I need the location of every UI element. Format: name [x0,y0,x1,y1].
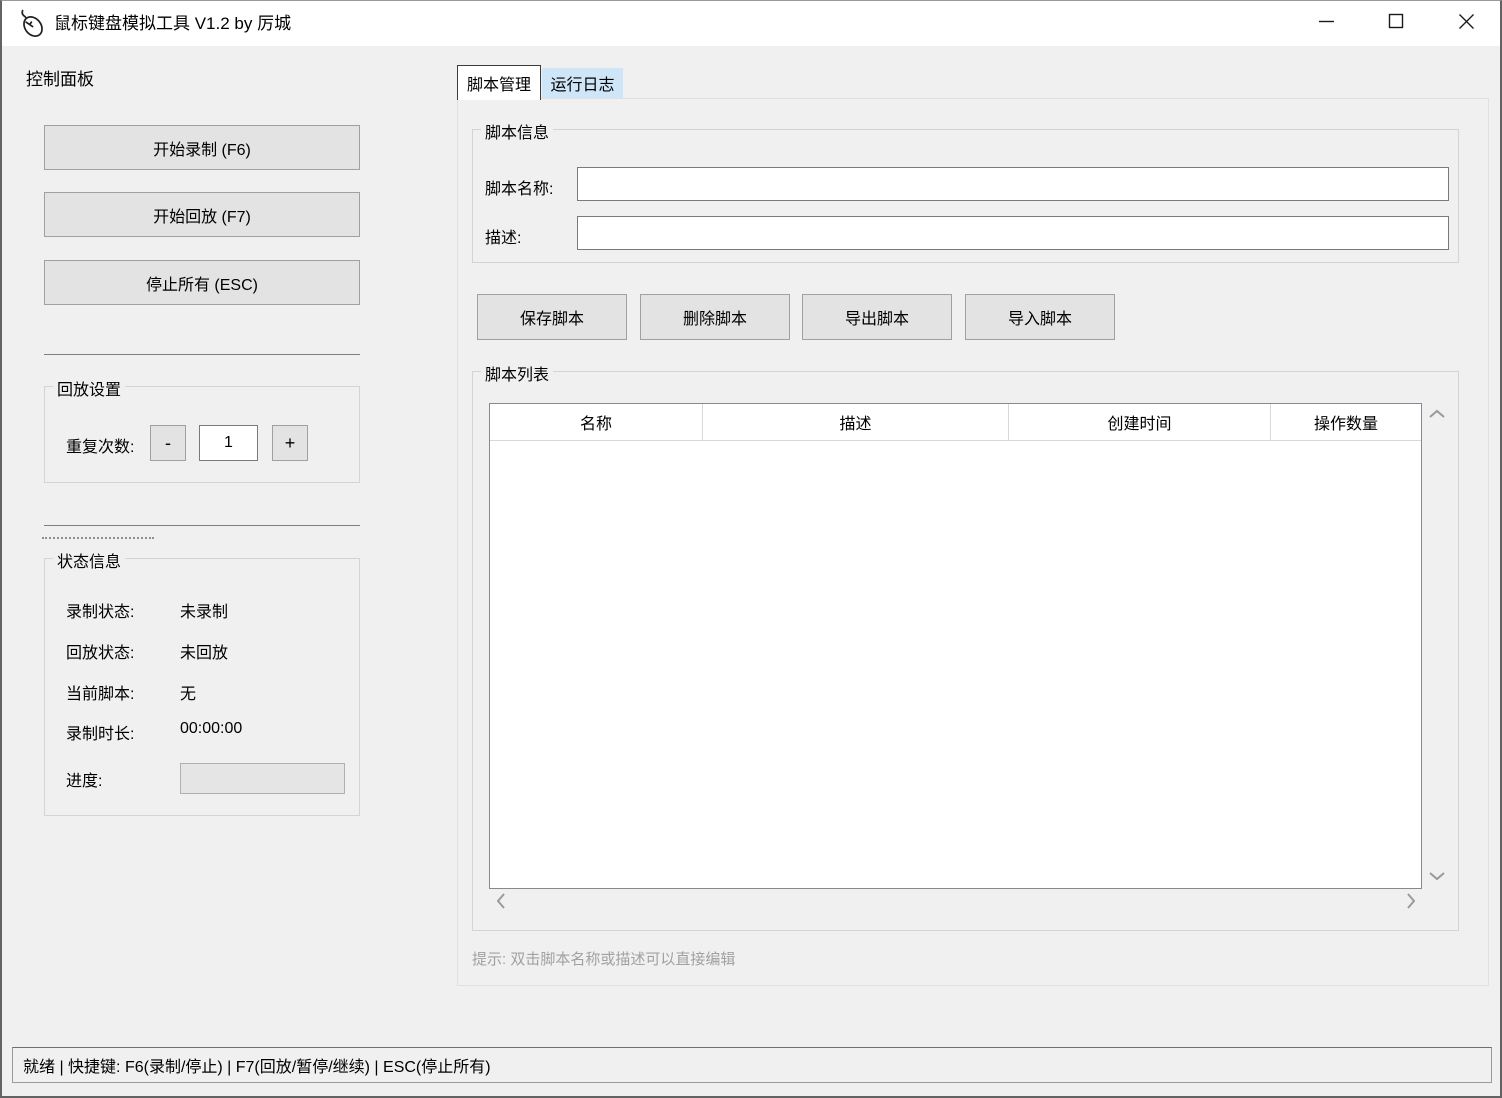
start-playback-button[interactable]: 开始回放 (F7) [44,192,360,237]
start-record-button[interactable]: 开始录制 (F6) [44,125,360,170]
playback-settings-title: 回放设置 [53,376,125,400]
app-window: 鼠标键盘模拟工具 V1.2 by 厉城 控制面板 开始录制 (F6) 开始回放 … [0,0,1502,1098]
chevron-left-icon [496,893,506,914]
record-state-value: 未录制 [180,598,228,622]
playback-state-label: 回放状态: [66,639,134,663]
progress-bar [180,763,345,794]
script-name-input[interactable] [577,167,1449,201]
window-title: 鼠标键盘模拟工具 V1.2 by 厉城 [54,1,291,46]
close-button[interactable] [1443,1,1489,46]
chevron-up-icon [1429,406,1445,424]
stop-all-button[interactable]: 停止所有 (ESC) [44,260,360,305]
scrollbar-right-button[interactable] [1400,893,1422,913]
column-header-desc[interactable]: 描述 [703,404,1009,440]
close-icon [1458,13,1475,35]
minimize-icon [1318,13,1335,35]
status-bar-text: 就绪 | 快捷键: F6(录制/停止) | F7(回放/暂停/继续) | ESC… [13,1053,491,1077]
record-duration-label: 录制时长: [66,720,134,744]
tab-script-management[interactable]: 脚本管理 [457,65,541,100]
save-script-button[interactable]: 保存脚本 [477,294,627,340]
script-list-title: 脚本列表 [481,361,553,385]
scrollbar-up-button[interactable] [1426,405,1448,425]
repeat-increment-button[interactable]: + [272,425,308,461]
script-table-body[interactable] [490,442,1421,888]
column-header-created[interactable]: 创建时间 [1009,404,1271,440]
current-script-value: 无 [180,680,196,704]
script-desc-label: 描述: [485,224,521,248]
repeat-decrement-button[interactable]: - [150,425,186,461]
scrollbar-left-button[interactable] [490,893,512,913]
maximize-button[interactable] [1373,1,1419,46]
script-table: 名称 描述 创建时间 操作数量 [489,403,1422,889]
maximize-icon [1388,13,1404,34]
render-artifact [42,537,154,539]
scrollbar-down-button[interactable] [1426,867,1448,887]
script-info-title: 脚本信息 [481,119,553,143]
window-titlebar: 鼠标键盘模拟工具 V1.2 by 厉城 [2,1,1500,46]
control-panel-title: 控制面板 [26,65,94,90]
playback-state-value: 未回放 [180,639,228,663]
edit-hint-text: 提示: 双击脚本名称或描述可以直接编辑 [472,948,735,969]
import-script-button[interactable]: 导入脚本 [965,294,1115,340]
delete-script-button[interactable]: 删除脚本 [640,294,790,340]
separator [44,354,360,355]
export-script-button[interactable]: 导出脚本 [802,294,952,340]
mouse-icon [15,8,47,40]
script-name-label: 脚本名称: [485,175,553,199]
minimize-button[interactable] [1303,1,1349,46]
chevron-down-icon [1429,868,1445,886]
column-header-name[interactable]: 名称 [490,404,703,440]
tab-run-log[interactable]: 运行日志 [542,68,623,98]
chevron-right-icon [1406,893,1416,914]
script-desc-input[interactable] [577,216,1449,250]
status-info-title: 状态信息 [53,548,125,572]
repeat-count-label: 重复次数: [66,433,134,457]
progress-label: 进度: [66,767,102,791]
script-table-header: 名称 描述 创建时间 操作数量 [490,404,1421,441]
separator [44,525,360,526]
record-state-label: 录制状态: [66,598,134,622]
status-bar: 就绪 | 快捷键: F6(录制/停止) | F7(回放/暂停/继续) | ESC… [12,1047,1492,1083]
current-script-label: 当前脚本: [66,680,134,704]
record-duration-value: 00:00:00 [180,720,242,738]
repeat-count-input[interactable] [199,425,258,461]
column-header-action-count[interactable]: 操作数量 [1271,404,1421,440]
